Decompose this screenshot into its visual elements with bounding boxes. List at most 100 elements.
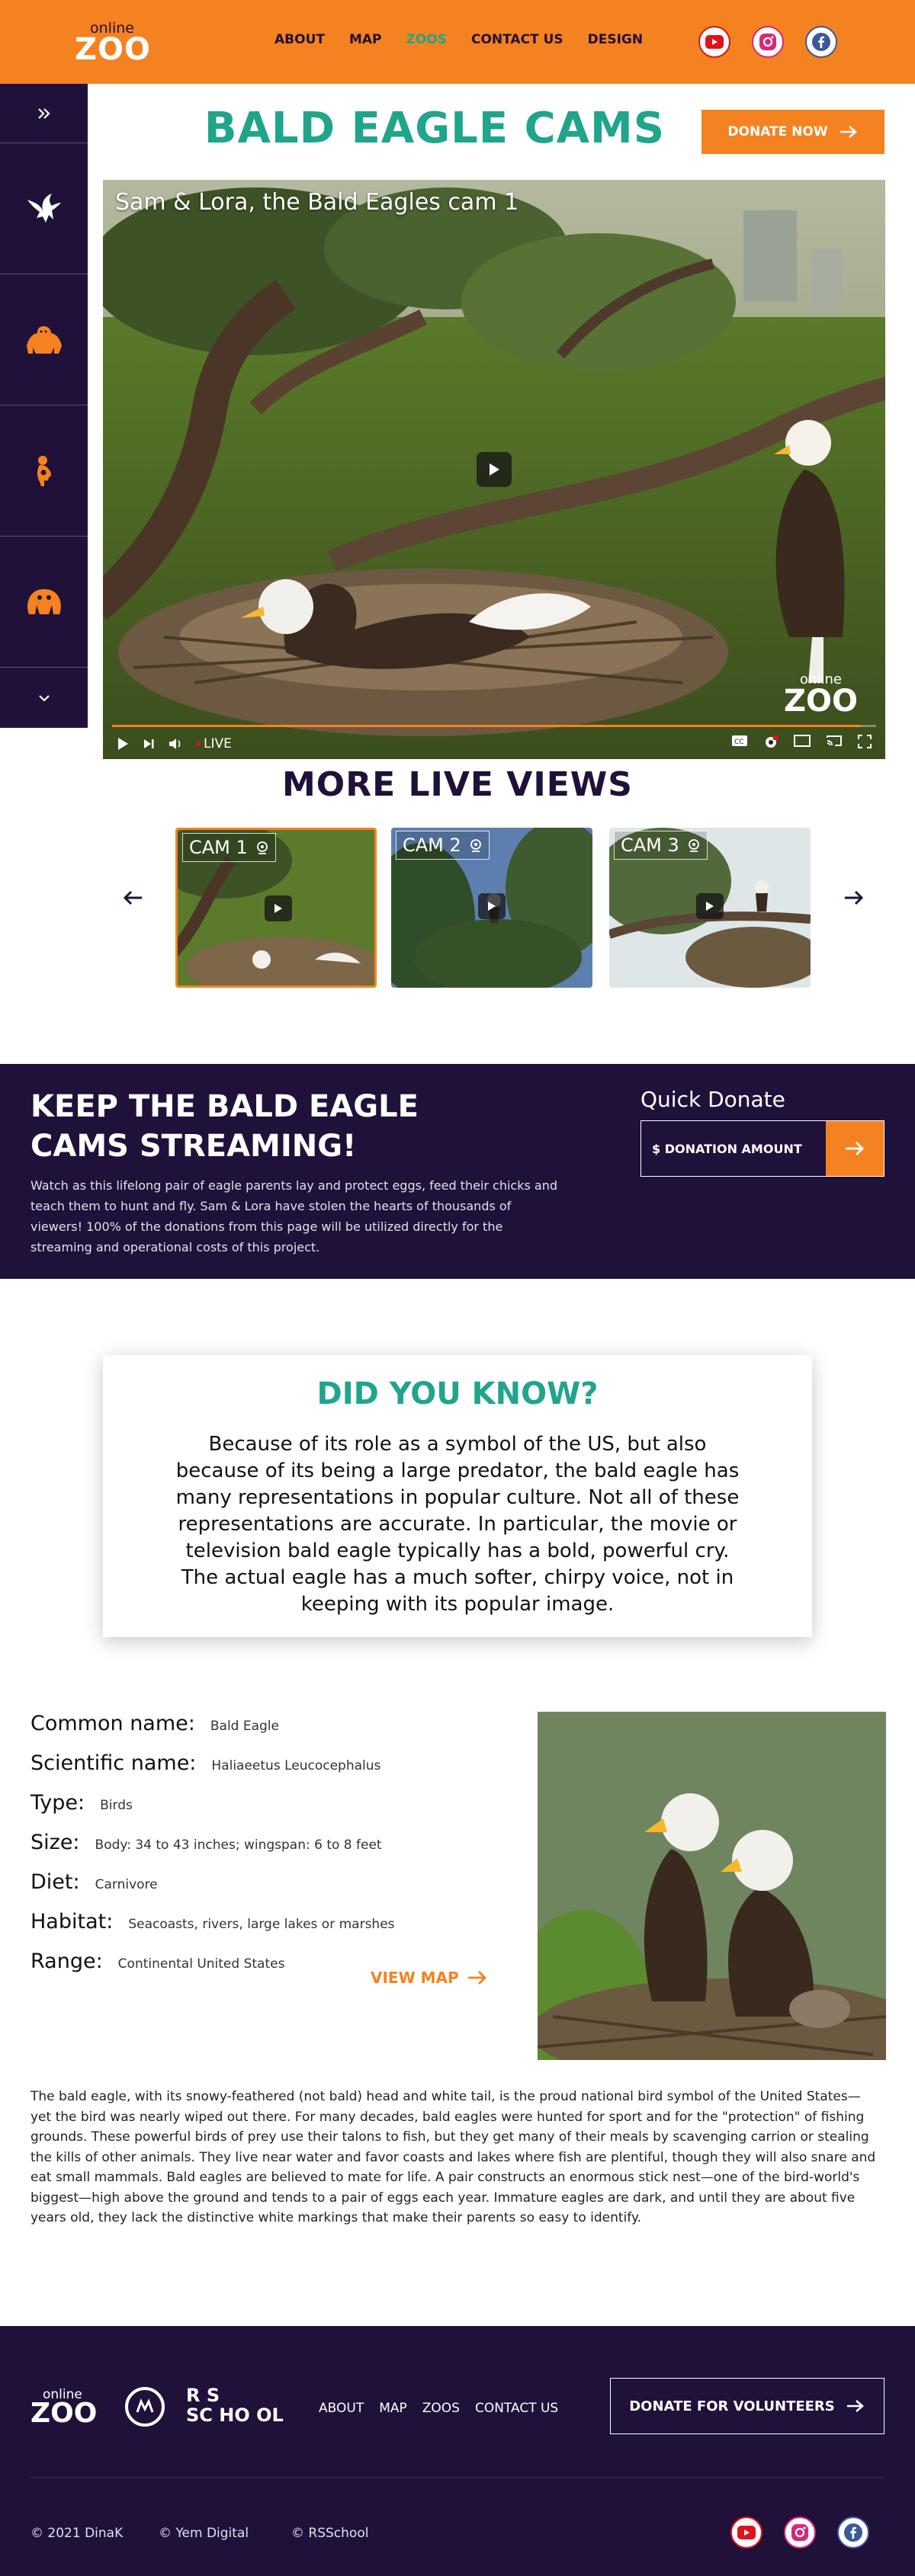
- arrow-right-icon: [467, 1971, 486, 1985]
- arrow-right-icon: [846, 1142, 864, 1155]
- nav-about[interactable]: ABOUT: [274, 32, 325, 47]
- carousel-prev-button[interactable]: [119, 884, 146, 912]
- fact-range: Range: Continental United States: [30, 1950, 284, 1973]
- eagle-icon: [27, 193, 61, 223]
- video-logo-big: ZOO: [783, 684, 858, 719]
- facebook-icon[interactable]: [805, 26, 837, 58]
- control-volume-icon[interactable]: [169, 738, 182, 750]
- quick-donate-submit-button[interactable]: [826, 1121, 884, 1176]
- fact-value: Seacoasts, rivers, large lakes or marshe…: [128, 1917, 395, 1932]
- copyright-rsschool[interactable]: © RSSchool: [291, 2526, 368, 2541]
- video-caption: Sam & Lora, the Bald Eagles cam 1: [115, 189, 519, 216]
- eagle-description: The bald eagle, with its snowy-feathered…: [30, 2089, 876, 2225]
- more-live-views-title: MORE LIVE VIEWS: [282, 765, 633, 804]
- footer-nav-about[interactable]: ABOUT: [319, 2401, 364, 2416]
- fact-label: Size:: [30, 1831, 80, 1854]
- sidebar-expand-button[interactable]: [0, 84, 88, 143]
- fact-value: Continental United States: [117, 1956, 285, 1972]
- quick-donate-form: $ DONATION AMOUNT: [640, 1120, 884, 1177]
- eagle-pair-photo: [538, 1712, 886, 2060]
- arrow-right-icon: [840, 126, 857, 138]
- rs-school-logo[interactable]: R S SC HO OL: [186, 2385, 300, 2431]
- sidebar-item-eagle[interactable]: [0, 143, 88, 274]
- miniplayer-icon[interactable]: [794, 734, 811, 754]
- nav-contact-us[interactable]: CONTACT US: [471, 32, 563, 47]
- cam-2-play-button[interactable]: [478, 893, 506, 919]
- cam-2-label-text: CAM 2: [403, 835, 461, 856]
- logo-big-text: ZOO: [75, 32, 152, 67]
- arrow-right-icon: [846, 2400, 864, 2412]
- cam-thumbnail-3[interactable]: CAM 3: [609, 828, 811, 988]
- webcam-icon: [256, 841, 268, 854]
- footer-nav-zoos[interactable]: ZOOS: [422, 2401, 460, 2416]
- captions-icon[interactable]: CC: [731, 735, 748, 754]
- fact-diet: Diet: Carnivore: [30, 1870, 158, 1894]
- nav-design[interactable]: DESIGN: [588, 32, 643, 47]
- donate-for-volunteers-label: DONATE FOR VOLUNTEERS: [629, 2398, 835, 2414]
- cam-3-label: CAM 3: [614, 831, 708, 860]
- settings-icon[interactable]: [763, 735, 779, 754]
- chevron-down-icon: [38, 694, 50, 702]
- sidebar-item-panda[interactable]: [0, 537, 88, 668]
- footer-socials: [730, 2517, 869, 2549]
- play-icon: [490, 463, 499, 476]
- quick-donate-label: Quick Donate: [640, 1087, 785, 1112]
- video-player[interactable]: Sam & Lora, the Bald Eagles cam 1 online…: [103, 180, 885, 759]
- sidebar-item-monkey[interactable]: [0, 405, 88, 537]
- video-play-button[interactable]: [477, 452, 512, 487]
- fact-value: Body: 34 to 43 inches; wingspan: 6 to 8 …: [95, 1837, 382, 1853]
- page-title: BALD EAGLE CAMS: [204, 104, 666, 153]
- copyright-dinak: © 2021 DinaK: [30, 2526, 124, 2541]
- cam-thumbnail-1[interactable]: CAM 1: [175, 828, 377, 988]
- instagram-icon[interactable]: [784, 2517, 816, 2549]
- logo[interactable]: online ZOO: [73, 20, 157, 67]
- facebook-icon[interactable]: [837, 2517, 869, 2549]
- fact-size: Size: Body: 34 to 43 inches; wingspan: 6…: [30, 1831, 382, 1854]
- control-play-icon[interactable]: [117, 737, 129, 751]
- nav-zoos[interactable]: ZOOS: [406, 32, 447, 47]
- did-you-know-title: DID YOU KNOW?: [316, 1376, 599, 1411]
- sidebar-collapse-button[interactable]: [0, 668, 88, 728]
- cam-1-label-text: CAM 1: [189, 837, 248, 858]
- cam-1-play-button[interactable]: [265, 896, 292, 921]
- fact-habitat: Habitat: Seacoasts, rivers, large lakes …: [30, 1910, 395, 1934]
- webcam-icon: [688, 839, 699, 852]
- donate-now-button[interactable]: DONATE NOW: [702, 110, 884, 154]
- cast-icon[interactable]: [826, 735, 843, 754]
- fact-label: Scientific name:: [30, 1751, 197, 1775]
- yem-digital-logo[interactable]: [125, 2387, 165, 2427]
- arrow-left-icon: [123, 890, 142, 905]
- control-next-icon[interactable]: [143, 738, 155, 750]
- donation-amount-input[interactable]: $ DONATION AMOUNT: [641, 1121, 824, 1176]
- header-socials: [698, 26, 837, 58]
- gorilla-icon: [26, 325, 62, 354]
- monkey-icon: [37, 455, 51, 486]
- carousel-next-button[interactable]: [840, 884, 868, 912]
- nav-map[interactable]: MAP: [349, 32, 382, 47]
- fact-scientific-name: Scientific name: Haliaeetus Leucocephalu…: [30, 1751, 380, 1775]
- live-indicator: LIVE: [196, 736, 232, 751]
- sidebar-item-gorilla[interactable]: [0, 274, 88, 405]
- svg-text:CC: CC: [734, 739, 744, 746]
- instagram-icon[interactable]: [752, 26, 784, 58]
- video-watermark-logo: online ZOO: [783, 671, 858, 719]
- main-nav: ABOUT MAP ZOOS CONTACT US DESIGN: [274, 32, 667, 47]
- fullscreen-icon[interactable]: [858, 734, 872, 754]
- double-chevron-right-icon: [37, 107, 50, 119]
- cam-thumbnail-2[interactable]: CAM 2: [391, 828, 592, 988]
- play-icon: [488, 902, 496, 911]
- fact-label: Range:: [30, 1950, 103, 1973]
- footer-nav-map[interactable]: MAP: [379, 2401, 407, 2416]
- cam-3-play-button[interactable]: [696, 893, 724, 919]
- footer-logo[interactable]: online ZOO: [30, 2387, 107, 2433]
- youtube-icon[interactable]: [730, 2517, 762, 2549]
- video-progress-bar[interactable]: [112, 725, 876, 727]
- copyright-yem-digital[interactable]: © Yem Digital: [159, 2526, 249, 2541]
- view-map-link[interactable]: VIEW MAP: [371, 1969, 488, 1987]
- donate-for-volunteers-button[interactable]: DONATE FOR VOLUNTEERS: [610, 2378, 884, 2434]
- fact-value: Bald Eagle: [210, 1719, 279, 1734]
- donation-description: Watch as this lifelong pair of eagle par…: [30, 1178, 558, 1254]
- live-dot: [196, 742, 201, 746]
- youtube-icon[interactable]: [698, 26, 730, 58]
- footer-nav-contact-us[interactable]: CONTACT US: [475, 2401, 558, 2416]
